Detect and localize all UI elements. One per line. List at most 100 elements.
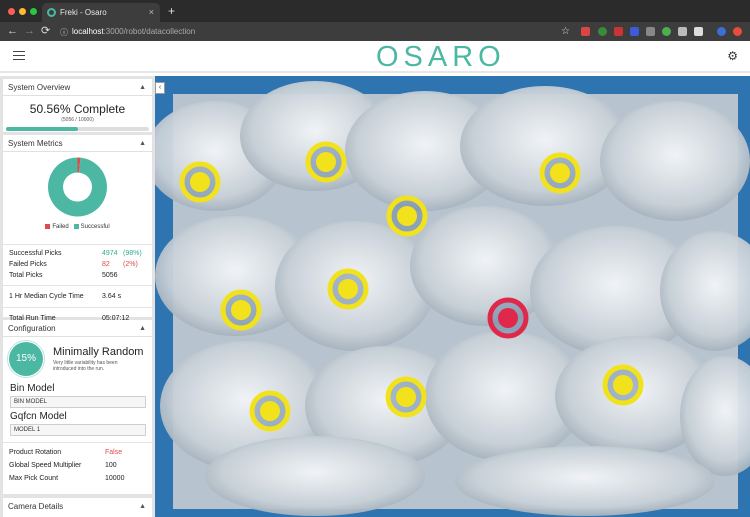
legend-swatch-failed: [45, 224, 51, 229]
system-metrics-panel: System Metrics ▲ Failed Successful Succe…: [3, 135, 152, 322]
speed-multiplier-row: Global Speed Multiplier 100: [3, 459, 152, 472]
gqfcn-model-field[interactable]: MODEL 1: [10, 424, 146, 436]
system-metrics-header[interactable]: System Metrics ▲: [3, 135, 152, 152]
browser-address-bar: ← → ⟳ ⓘ localhost:3000/robot/datacollect…: [0, 22, 750, 41]
metric-value: 82: [102, 261, 110, 269]
panel-title: System Metrics: [8, 139, 63, 148]
reload-button[interactable]: ⟳: [41, 24, 50, 39]
metric-label: Successful Picks: [9, 250, 62, 258]
config-label: Max Pick Count: [9, 475, 59, 482]
bin-camera-image: [155, 76, 750, 517]
osaro-logo: OSARO: [376, 41, 506, 73]
panel-title: Configuration: [8, 324, 56, 333]
tab-title: Freki - Osaro: [60, 8, 107, 17]
camera-details-header[interactable]: Camera Details ▲: [3, 498, 152, 515]
close-window-button[interactable]: [8, 8, 15, 15]
config-value: False: [105, 449, 123, 456]
bookmark-star-icon[interactable]: ☆: [561, 24, 570, 39]
profile-avatar-icon[interactable]: [717, 27, 726, 36]
donut-slice-successful: [48, 157, 107, 217]
legend-swatch-successful: [73, 224, 79, 229]
app-header: OSARO ⚙: [0, 41, 750, 73]
panel-title: System Overview: [8, 83, 71, 92]
max-pick-count-row: Max Pick Count 10000: [3, 472, 152, 485]
collapse-caret-icon[interactable]: ▲: [139, 79, 146, 96]
completion-count: (5056 / 10000): [61, 117, 94, 123]
successful-picks-row: Successful Picks 4974 (98%): [3, 248, 152, 259]
extension-icon[interactable]: [630, 27, 639, 36]
collapse-caret-icon[interactable]: ▲: [139, 135, 146, 152]
extension-icon[interactable]: [646, 27, 655, 36]
system-overview-header[interactable]: System Overview ▲: [3, 79, 152, 96]
extension-icon[interactable]: [662, 27, 671, 36]
extension-icon[interactable]: [694, 27, 703, 36]
config-label: Product Rotation: [9, 449, 62, 456]
cycle-time-row: 1 Hr Median Cycle Time 3.64 s: [3, 291, 152, 302]
hamburger-menu-icon[interactable]: [13, 51, 25, 60]
progress-bar: [6, 127, 149, 131]
metric-label: Failed Picks: [9, 261, 47, 269]
randomness-badge: 15%: [9, 342, 43, 376]
metric-percent: (98%): [123, 250, 142, 258]
settings-gear-icon[interactable]: ⚙: [727, 49, 738, 63]
bin-model-field[interactable]: BIN MODEL: [10, 396, 146, 408]
randomness-summary: 15% Minimally Random Very little variabi…: [3, 337, 152, 378]
site-info-icon[interactable]: ⓘ: [60, 25, 68, 40]
bin-camera-view[interactable]: [155, 76, 750, 517]
pick-target-center: [338, 279, 358, 299]
maximize-window-button[interactable]: [30, 8, 37, 15]
randomness-mode: Minimally Random: [53, 346, 144, 358]
extension-icon[interactable]: [581, 27, 590, 36]
extension-icon[interactable]: [733, 27, 742, 36]
config-value: 100: [105, 462, 117, 469]
failed-picks-row: Failed Picks 82 (2%): [3, 259, 152, 270]
pick-target-center: [498, 308, 518, 328]
system-overview-panel: System Overview ▲ 50.56% Complete (5056 …: [3, 79, 152, 132]
progress-bar-fill: [6, 127, 79, 131]
pick-target-center: [231, 300, 251, 320]
url-host: localhost: [72, 27, 104, 36]
config-value: 10000: [105, 475, 125, 482]
collapse-caret-icon[interactable]: ▲: [139, 498, 146, 515]
browser-tab-bar: Freki - Osaro × +: [0, 0, 750, 22]
collapse-caret-icon[interactable]: ▲: [139, 320, 146, 337]
product-rotation-row: Product Rotation False: [3, 446, 152, 459]
randomness-description: Very little variability has been introdu…: [53, 360, 118, 372]
legend-failed: Failed: [52, 224, 69, 231]
metric-value: 4974: [102, 250, 118, 258]
url-field[interactable]: localhost:3000/robot/datacollection: [72, 25, 542, 38]
sidebar: System Overview ▲ 50.56% Complete (5056 …: [0, 76, 155, 517]
camera-details-panel: Camera Details ▲: [3, 498, 152, 517]
pick-target-center: [613, 375, 633, 395]
pick-target-center: [190, 172, 210, 192]
pick-target-center: [550, 163, 570, 183]
gqfcn-model-label: Gqfcn Model: [10, 411, 67, 422]
new-tab-button[interactable]: +: [168, 3, 175, 19]
collapse-sidebar-button[interactable]: ‹: [155, 82, 165, 94]
back-button[interactable]: ←: [7, 24, 18, 39]
metric-percent: (2%): [123, 261, 138, 269]
picks-donut-chart: [48, 157, 107, 217]
close-tab-icon[interactable]: ×: [149, 3, 154, 22]
metric-value: 3.64 s: [102, 293, 122, 301]
pick-target-center: [316, 152, 336, 172]
extension-icon[interactable]: [598, 27, 607, 36]
extension-icon[interactable]: [614, 27, 623, 36]
total-picks-row: Total Picks 5056: [3, 270, 152, 281]
minimize-window-button[interactable]: [19, 8, 26, 15]
browser-tab[interactable]: Freki - Osaro ×: [42, 3, 160, 22]
pick-target-center: [397, 206, 417, 226]
metric-label: Total Picks: [9, 272, 43, 280]
extension-icon[interactable]: [678, 27, 687, 36]
osaro-favicon-icon: [47, 8, 56, 17]
pick-target-center: [396, 387, 416, 407]
bin-model-label: Bin Model: [10, 383, 55, 394]
configuration-panel: Configuration ▲ 15% Minimally Random Ver…: [3, 320, 152, 494]
config-label: Global Speed Multiplier: [9, 462, 82, 469]
metric-label: 1 Hr Median Cycle Time: [9, 293, 84, 301]
metric-value: 5056: [102, 272, 118, 280]
panel-title: Camera Details: [8, 502, 64, 511]
configuration-header[interactable]: Configuration ▲: [3, 320, 152, 337]
pick-target-center: [260, 401, 280, 421]
forward-button[interactable]: →: [24, 24, 35, 39]
